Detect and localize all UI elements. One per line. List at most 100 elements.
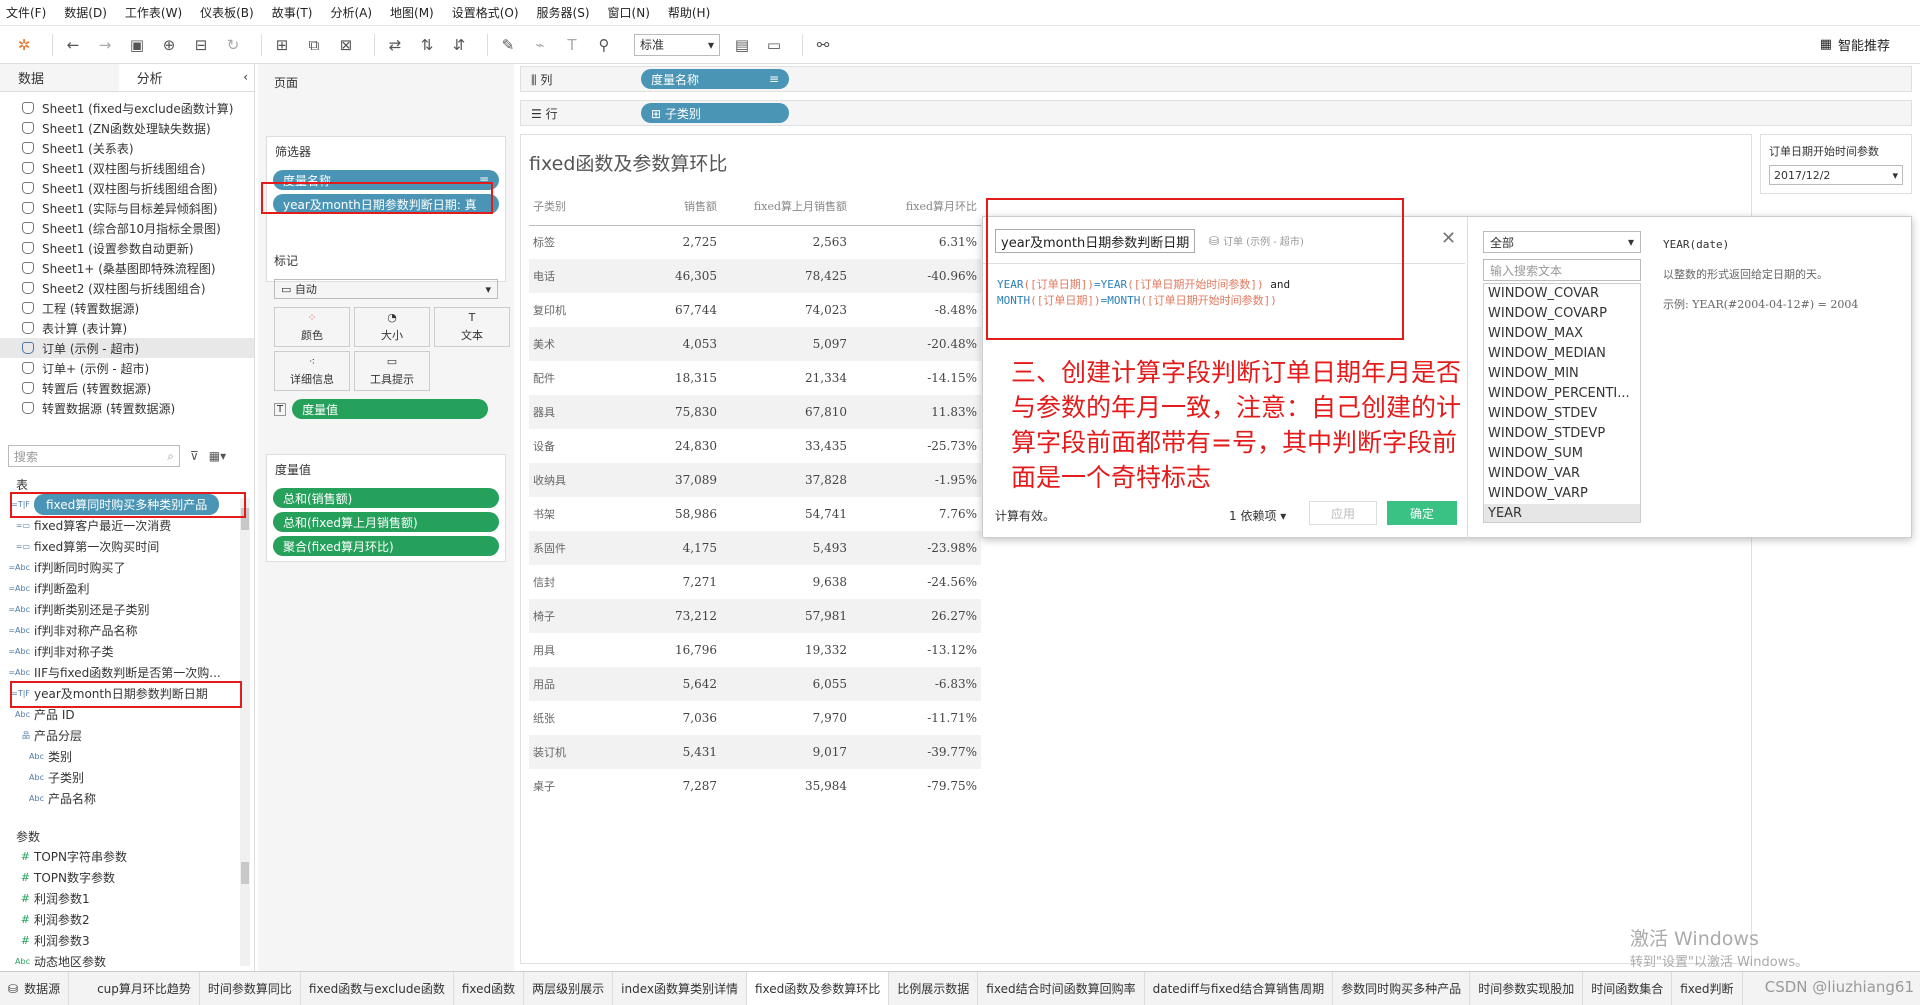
cell-subcategory[interactable]: 用品 [529,667,637,701]
datasource-item[interactable]: Sheet1 (综合部10月指标全景图) [0,218,254,238]
table-row[interactable]: 标签 2,725 2,563 6.31% [529,225,981,259]
menu-dashboard[interactable]: 仪表板(B) [200,4,254,21]
color-button[interactable]: ⁘ 颜色 [274,307,350,347]
function-item[interactable]: WINDOW_STDEVP [1484,424,1640,444]
table-row[interactable]: 椅子 73,212 57,981 26.27% [529,599,981,633]
field-item[interactable]: Abc 类别 [8,746,240,767]
cell-sales[interactable]: 18,315 [637,361,721,395]
cell-mom[interactable]: -39.77% [851,735,981,769]
cell-last-month-sales[interactable]: 78,425 [721,259,851,293]
datasource-item[interactable]: 订单+ (示例 - 超市) [0,358,254,378]
cell-last-month-sales[interactable]: 54,741 [721,497,851,531]
cell-sales[interactable]: 16,796 [637,633,721,667]
menu-data[interactable]: 数据(D) [64,4,107,21]
show-me-button[interactable]: ▦ 智能推荐 [1820,35,1890,54]
datasource-item[interactable]: Sheet1+ (桑基图即特殊流程图) [0,258,254,278]
sheet-tab[interactable]: 时间函数集合 [1583,972,1673,1005]
datasource-item[interactable]: Sheet1 (双柱图与折线图组合图) [0,178,254,198]
cell-sales[interactable]: 24,830 [637,429,721,463]
cell-subcategory[interactable]: 用具 [529,633,637,667]
marks-pill-measure-values[interactable]: 度量值 [292,399,489,419]
cell-subcategory[interactable]: 纸张 [529,701,637,735]
cell-subcategory[interactable]: 电话 [529,259,637,293]
cell-mom[interactable]: -13.12% [851,633,981,667]
cell-mom[interactable]: -1.95% [851,463,981,497]
columns-pill-measure-names[interactable]: 度量名称 ≡ [641,69,789,89]
cell-last-month-sales[interactable]: 9,638 [721,565,851,599]
function-item[interactable]: WINDOW_VAR [1484,464,1640,484]
pin-icon[interactable]: ⚲ [592,33,616,57]
search-input[interactable]: 搜索 ⌕ [8,445,180,467]
table-row[interactable]: 书架 58,986 54,741 7.76% [529,497,981,531]
cell-subcategory[interactable]: 设备 [529,429,637,463]
new-datasource-icon[interactable]: ⊕ [157,33,181,57]
cell-sales[interactable]: 4,053 [637,327,721,361]
cell-last-month-sales[interactable]: 19,332 [721,633,851,667]
tab-analysis[interactable]: 分析 [119,64,238,91]
table-row[interactable]: 复印机 67,744 74,023 -8.48% [529,293,981,327]
header-subcategory[interactable]: 子类别 [529,187,637,226]
sheet-tab[interactable]: fixed判断 [1672,972,1743,1005]
menu-analysis[interactable]: 分析(A) [330,4,372,21]
datasource-item[interactable]: Sheet1 (关系表) [0,138,254,158]
cell-last-month-sales[interactable]: 9,017 [721,735,851,769]
field-item[interactable]: =Abc if判断同时购买了 [8,557,240,578]
table-row[interactable]: 信封 7,271 9,638 -24.56% [529,565,981,599]
parameter-select[interactable]: 2017/12/2 ▾ [1769,165,1903,185]
cell-subcategory[interactable]: 复印机 [529,293,637,327]
table-row[interactable]: 配件 18,315 21,334 -14.15% [529,361,981,395]
cell-mom[interactable]: 11.83% [851,395,981,429]
table-row[interactable]: 纸张 7,036 7,970 -11.71% [529,701,981,735]
redo-icon[interactable]: → [93,33,117,57]
field-item[interactable]: =Abc IIF与fixed函数判断是否第一次购... [8,662,240,683]
cell-last-month-sales[interactable]: 21,334 [721,361,851,395]
function-search-input[interactable]: 输入搜索文本 [1483,259,1641,281]
cell-last-month-sales[interactable]: 67,810 [721,395,851,429]
sheet-tab[interactable]: 两层级别展示 [524,972,614,1005]
field-item[interactable]: =Abc if判断盈利 [8,578,240,599]
param-item[interactable]: # 利润参数2 [8,909,240,930]
menu-help[interactable]: 帮助(H) [668,4,710,21]
datasource-item[interactable]: Sheet1 (fixed与exclude函数计算) [0,98,254,118]
cell-mom[interactable]: -20.48% [851,327,981,361]
table-row[interactable]: 电话 46,305 78,425 -40.96% [529,259,981,293]
table-row[interactable]: 器具 75,830 67,810 11.83% [529,395,981,429]
cell-subcategory[interactable]: 标签 [529,225,637,259]
cell-sales[interactable]: 7,287 [637,769,721,803]
field-item[interactable]: =▭ fixed算第一次购买时间 [8,536,240,557]
function-item[interactable]: WINDOW_COVAR [1484,284,1640,304]
pause-update-icon[interactable]: ⊟ [189,33,213,57]
presentation-icon[interactable]: ▭ [762,33,786,57]
cell-mom[interactable]: -24.56% [851,565,981,599]
sheet-tab[interactable]: index函数算类别详情 [613,972,747,1005]
share-icon[interactable]: ⚯ [811,33,835,57]
cell-subcategory[interactable]: 器具 [529,395,637,429]
cell-subcategory[interactable]: 系固件 [529,531,637,565]
labels-icon[interactable]: T [560,33,584,57]
apply-button[interactable]: 应用 [1309,501,1377,525]
sheet-tab[interactable]: cup算月环比趋势 [89,972,200,1005]
cell-subcategory[interactable]: 信封 [529,565,637,599]
cell-mom[interactable]: -6.83% [851,667,981,701]
cell-last-month-sales[interactable]: 5,493 [721,531,851,565]
new-sheet-icon[interactable]: ⊞ [270,33,294,57]
function-item[interactable]: WINDOW_COVARP [1484,304,1640,324]
cell-mom[interactable]: -14.15% [851,361,981,395]
filter-icon[interactable]: ⊽ [190,449,199,463]
cell-subcategory[interactable]: 桌子 [529,769,637,803]
detail-button[interactable]: ⁖ 详细信息 [274,351,350,391]
table-row[interactable]: 美术 4,053 5,097 -20.48% [529,327,981,361]
cell-mom[interactable]: 26.27% [851,599,981,633]
cell-sales[interactable]: 7,036 [637,701,721,735]
field-item[interactable]: Abc 产品名称 [8,788,240,809]
cell-sales[interactable]: 5,431 [637,735,721,769]
function-item[interactable]: WINDOW_VARP [1484,484,1640,504]
cell-mom[interactable]: -8.48% [851,293,981,327]
menu-worksheet[interactable]: 工作表(W) [125,4,182,21]
cell-sales[interactable]: 7,271 [637,565,721,599]
cell-subcategory[interactable]: 椅子 [529,599,637,633]
field-item[interactable]: =Abc if判非对称子类 [8,641,240,662]
rows-shelf[interactable]: ☰ 行 ⊞ 子类别 [520,100,1912,126]
cell-subcategory[interactable]: 装订机 [529,735,637,769]
clear-sheet-icon[interactable]: ⊠ [334,33,358,57]
